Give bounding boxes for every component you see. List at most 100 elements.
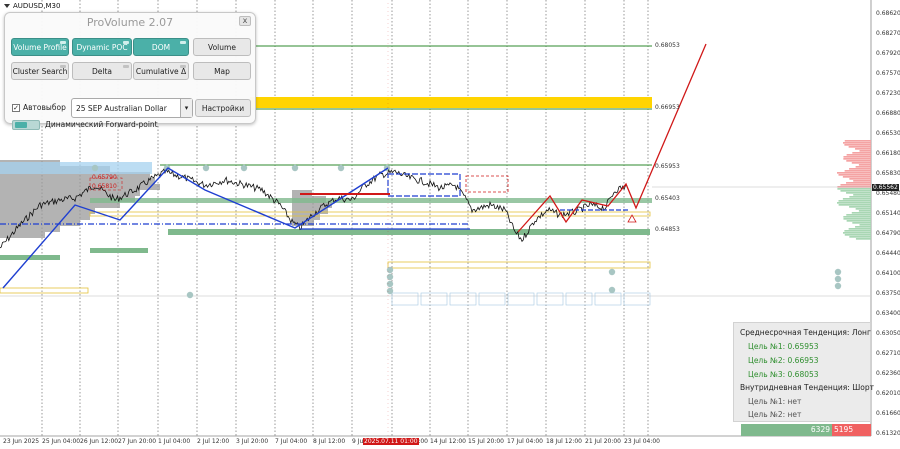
settings-icon[interactable] bbox=[60, 41, 66, 44]
volume-balance-bar: 6329 5195 bbox=[741, 424, 871, 436]
settings-icon[interactable] bbox=[180, 41, 186, 44]
volume-profile-bar bbox=[0, 220, 80, 226]
support-band bbox=[90, 248, 148, 253]
dom-volume-bar bbox=[846, 182, 871, 184]
time-tick: 21 Jul 20:00 bbox=[585, 438, 621, 445]
auto-select-checkbox[interactable]: ✓ Автовыбор bbox=[12, 103, 66, 112]
map-button[interactable]: Map bbox=[193, 62, 251, 80]
marker-dot bbox=[834, 268, 842, 276]
cluster-search-button[interactable]: Cluster Search bbox=[11, 62, 69, 80]
dom-volume-bar bbox=[851, 162, 871, 164]
checkbox-icon[interactable]: ✓ bbox=[12, 103, 20, 112]
dom-label: DOM bbox=[151, 42, 171, 52]
panel-title: ProVolume 2.07 bbox=[86, 16, 174, 29]
settings-icon[interactable] bbox=[123, 65, 129, 68]
volume-profile-poc-label: 0.65790 bbox=[92, 174, 117, 181]
volume-profile-poc-label: 0.65810 bbox=[92, 183, 117, 190]
dom-volume-bar bbox=[858, 210, 871, 212]
dom-volume-bar bbox=[840, 190, 871, 192]
dom-volume-bar bbox=[859, 150, 871, 152]
resistance-box bbox=[89, 211, 651, 217]
cumulative-delta-button[interactable]: Cumulative Δ bbox=[133, 62, 189, 80]
dynamic-poc-label: Dynamic POC bbox=[76, 42, 128, 52]
dom-volume-bar bbox=[853, 180, 871, 182]
forward-point-toggle[interactable] bbox=[12, 120, 40, 130]
level-label: 0.65403 bbox=[655, 195, 680, 202]
cluster-box bbox=[449, 292, 477, 306]
intraday-target-1: Цель №1: нет bbox=[748, 397, 802, 406]
volume-button[interactable]: Volume bbox=[193, 38, 251, 56]
trend-panel: Среднесрочная Тенденция: Лонг Цель №1: 0… bbox=[733, 322, 874, 422]
price-tick: 0.62360 bbox=[876, 370, 900, 377]
time-tick: 7 Jul 04:00 bbox=[275, 438, 308, 445]
marker-dot bbox=[608, 286, 616, 294]
dom-volume-bar bbox=[855, 208, 871, 210]
time-tick: 8 Jul 12:00 bbox=[313, 438, 346, 445]
time-crosshair-label: 2025.07.11 01:00 bbox=[363, 438, 419, 445]
price-tick: 0.66880 bbox=[876, 110, 900, 117]
marker-dot bbox=[608, 268, 616, 276]
price-tick: 0.67920 bbox=[876, 50, 900, 57]
delta-button[interactable]: Delta bbox=[72, 62, 132, 80]
settings-icon[interactable] bbox=[180, 65, 186, 68]
dom-volume-bar bbox=[855, 238, 871, 240]
delta-label: Delta bbox=[91, 66, 112, 76]
settings-button[interactable]: Настройки bbox=[195, 99, 251, 117]
dom-volume-bar bbox=[843, 158, 871, 160]
dom-volume-bar bbox=[843, 218, 871, 220]
buy-volume: 6329 bbox=[741, 424, 832, 436]
dom-volume-bar bbox=[849, 168, 871, 170]
triangle-down-icon bbox=[4, 4, 10, 8]
dom-button[interactable]: DOM bbox=[133, 38, 189, 56]
dom-volume-bar bbox=[844, 230, 871, 232]
time-tick: 17 Jul 04:00 bbox=[507, 438, 543, 445]
sell-volume: 5195 bbox=[832, 424, 871, 436]
close-button[interactable]: x bbox=[239, 16, 251, 26]
cumulative-delta-label: Cumulative Δ bbox=[135, 66, 187, 76]
range-box bbox=[465, 175, 509, 193]
dynamic-poc-button[interactable]: Dynamic POC bbox=[72, 38, 132, 56]
time-tick: 26 Jun 12:00 bbox=[80, 438, 119, 445]
provolume-panel[interactable]: ProVolume 2.07 x Volume Profile Dynamic … bbox=[4, 12, 256, 130]
dom-volume-bar bbox=[855, 148, 871, 150]
time-tick: 18 Jul 12:00 bbox=[546, 438, 582, 445]
dom-volume-bar bbox=[849, 206, 871, 208]
dom-volume-bar bbox=[846, 220, 871, 222]
dom-volume-bar bbox=[838, 174, 871, 176]
level-label: 0.65953 bbox=[655, 163, 680, 170]
chevron-down-icon[interactable]: ▾ bbox=[180, 99, 192, 117]
dom-volume-bar bbox=[844, 140, 871, 142]
time-tick: 14 Jul 12:00 bbox=[430, 438, 466, 445]
marker-dot bbox=[386, 287, 394, 295]
marker-dot bbox=[386, 280, 394, 288]
marker-dot bbox=[834, 275, 842, 283]
price-tick: 0.63400 bbox=[876, 310, 900, 317]
dom-volume-bar bbox=[859, 224, 871, 226]
price-tick: 0.65140 bbox=[876, 210, 900, 217]
dom-volume-bar bbox=[846, 214, 871, 216]
cluster-box bbox=[623, 292, 651, 306]
time-tick: 2 Jul 12:00 bbox=[197, 438, 230, 445]
intraday-target-2: Цель №2: нет bbox=[748, 410, 802, 419]
price-tick: 0.63050 bbox=[876, 330, 900, 337]
dom-volume-bar bbox=[855, 226, 871, 228]
volume-profile-bar bbox=[0, 178, 155, 184]
settings-icon[interactable] bbox=[123, 41, 129, 44]
volume-profile-button[interactable]: Volume Profile bbox=[11, 38, 69, 56]
dom-volume-bar bbox=[848, 228, 871, 230]
price-tick: 0.64440 bbox=[876, 250, 900, 257]
marker-dot bbox=[91, 164, 99, 172]
settings-icon[interactable] bbox=[60, 65, 66, 68]
resistance-box bbox=[387, 261, 651, 269]
price-tick: 0.66180 bbox=[876, 150, 900, 157]
cluster-search-label: Cluster Search bbox=[12, 66, 68, 76]
intraday-trend-title: Внутридневная Тенденция: Шорт bbox=[740, 383, 874, 392]
price-tick: 0.63750 bbox=[876, 290, 900, 297]
instrument-select[interactable]: 25 SEP Australian Dollar ▾ bbox=[71, 98, 193, 118]
toggle-knob bbox=[15, 122, 27, 128]
volume-profile-bar bbox=[0, 214, 90, 220]
price-tick: 0.65480 bbox=[876, 190, 900, 197]
cluster-box bbox=[420, 292, 448, 306]
current-price-tag: 0.65562 bbox=[872, 184, 899, 191]
dom-volume-bar bbox=[843, 156, 871, 158]
